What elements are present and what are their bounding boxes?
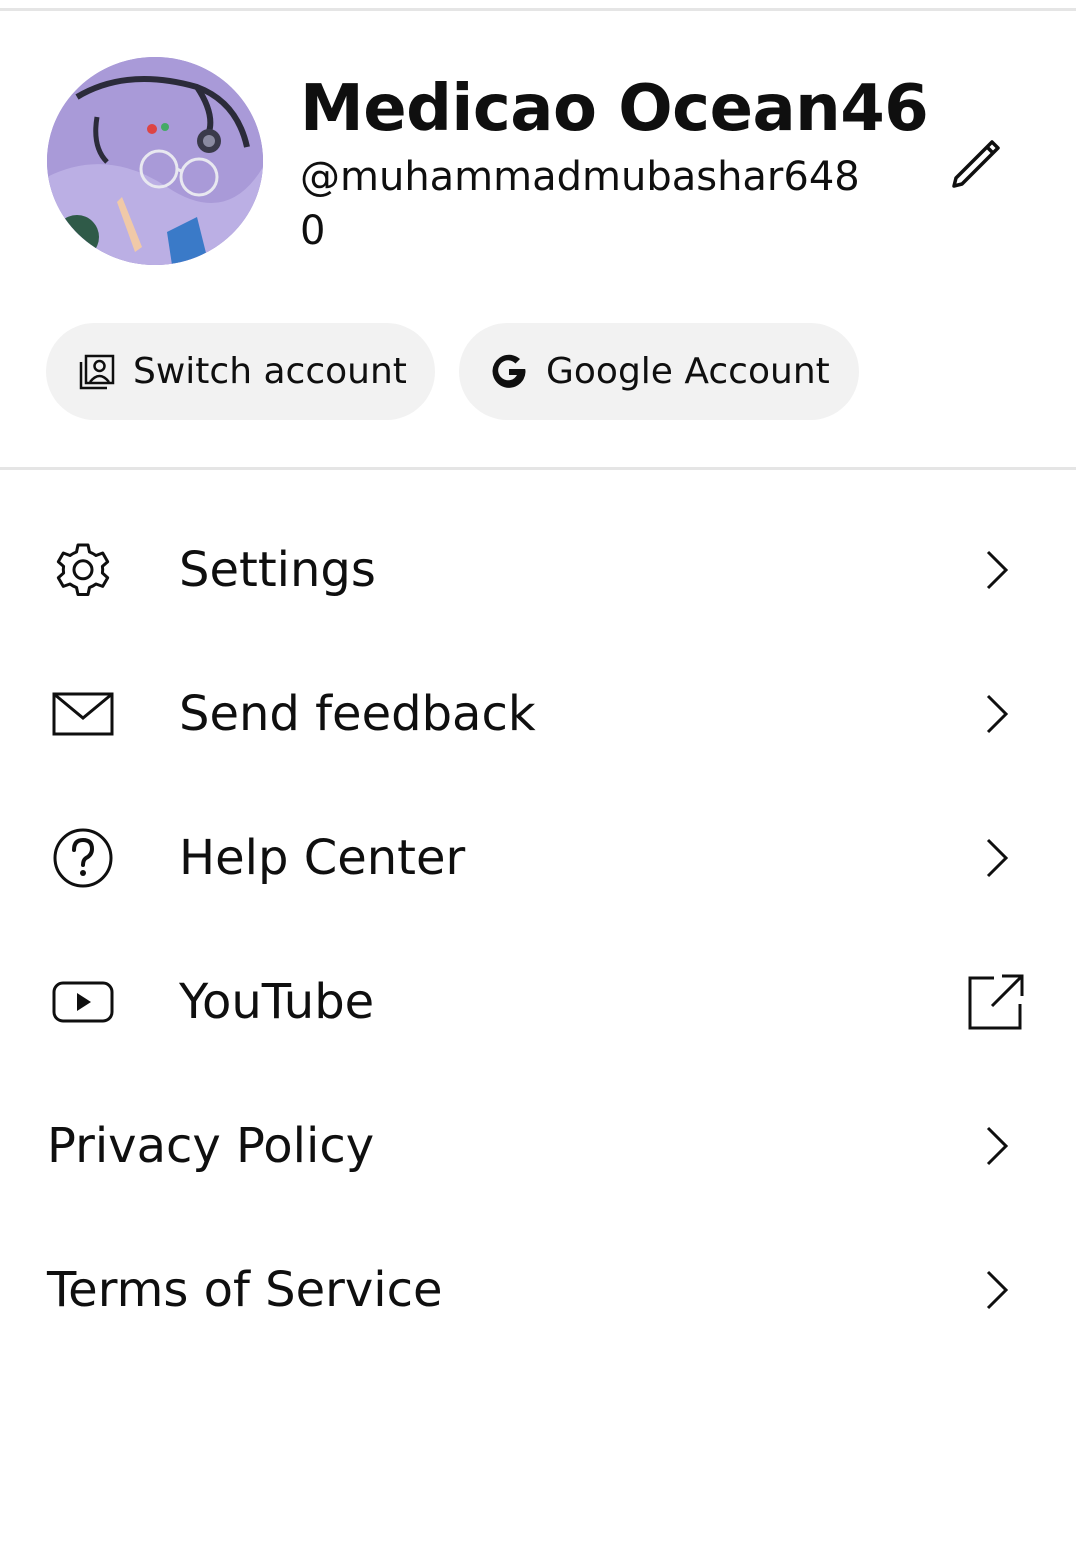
avatar[interactable]: [47, 57, 263, 265]
google-account-label: Google Account: [546, 351, 830, 392]
google-account-button[interactable]: Google Account: [459, 323, 859, 420]
chevron-right-icon: [960, 1110, 1032, 1182]
menu-item-settings[interactable]: Settings: [0, 498, 1076, 642]
menu-item-label: Terms of Service: [47, 1262, 443, 1318]
channel-handle: @muhammadmubashar6480: [300, 154, 860, 254]
gear-icon: [47, 534, 119, 606]
chevron-right-icon: [960, 1254, 1032, 1326]
switch-account-icon: [77, 352, 117, 392]
account-page: Medicao Ocean46 @muhammadmubashar6480 Sw…: [0, 0, 1076, 1544]
menu-item-label: Send feedback: [179, 686, 536, 742]
switch-account-button[interactable]: Switch account: [46, 323, 435, 420]
chevron-right-icon: [960, 678, 1032, 750]
menu-item-terms-of-service[interactable]: Terms of Service: [0, 1218, 1076, 1362]
mail-icon: [47, 678, 119, 750]
help-circle-icon: [47, 822, 119, 894]
menu-item-youtube[interactable]: YouTube: [0, 930, 1076, 1074]
external-link-icon: [960, 966, 1032, 1038]
top-divider: [0, 8, 1076, 11]
google-g-icon: [488, 351, 530, 393]
avatar-photo: [47, 57, 263, 265]
menu-item-help-center[interactable]: Help Center: [0, 786, 1076, 930]
pencil-icon: [952, 140, 1000, 188]
menu-item-privacy-policy[interactable]: Privacy Policy: [0, 1074, 1076, 1218]
section-divider: [0, 467, 1076, 470]
chevron-right-icon: [960, 534, 1032, 606]
menu-item-label: Settings: [179, 542, 376, 598]
youtube-icon: [47, 966, 119, 1038]
switch-account-label: Switch account: [133, 351, 407, 392]
edit-profile-button[interactable]: [934, 120, 1014, 200]
menu-item-label: YouTube: [179, 974, 375, 1030]
menu-item-label: Help Center: [179, 830, 466, 886]
chevron-right-icon: [960, 822, 1032, 894]
display-name: Medicao Ocean46: [300, 72, 929, 146]
menu-item-send-feedback[interactable]: Send feedback: [0, 642, 1076, 786]
menu-item-label: Privacy Policy: [47, 1118, 375, 1174]
